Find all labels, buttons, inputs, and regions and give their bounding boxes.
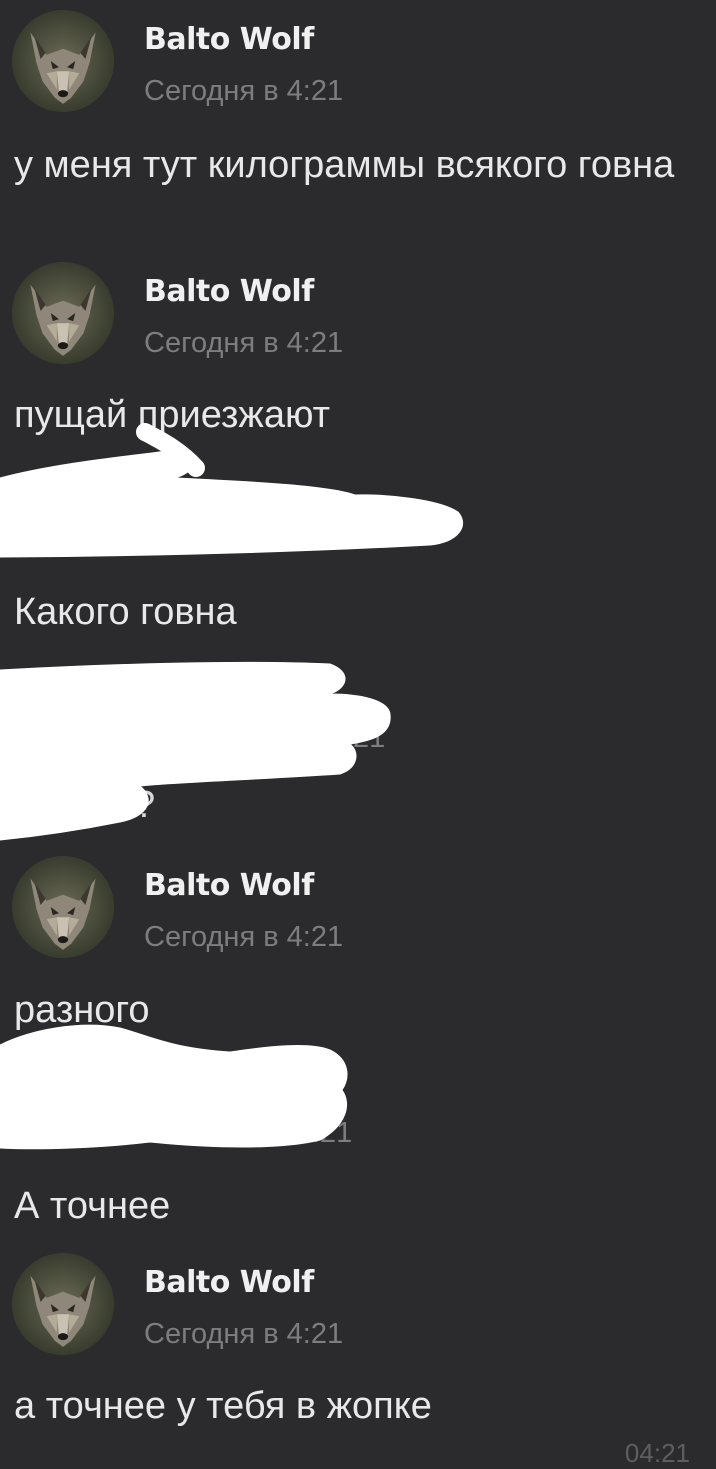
message-header: Balto Wolf Сегодня в 4:21 [0,0,716,112]
wolf-avatar-icon[interactable] [12,10,114,112]
message-text: Какого говна [14,591,237,633]
last-timestamp: 04:21 [624,1438,690,1468]
author-name[interactable]: Balto Wolf [144,868,314,903]
message-text: а точнее у тебя в жопке [14,1385,432,1427]
wolf-avatar-icon[interactable] [12,856,114,958]
message-time: Сегодня в 4:21 [144,921,344,953]
message-text: А точнее [14,1185,171,1227]
partial-time: .21 [312,1117,353,1149]
wolf-avatar-icon[interactable] [12,1253,114,1355]
message-header: Balto Wolf Сегодня в 4:21 [0,252,716,364]
message-time: Сегодня в 4:21 [144,327,344,359]
message-time: Сегодня в 4:21 [144,1318,344,1350]
message-text: пущай приезжают [14,394,331,436]
wolf-avatar-icon[interactable] [12,262,114,364]
message-header: Balto Wolf Сегодня в 4:21 [0,1243,716,1355]
message-header: Balto Wolf Сегодня в 4:21 [0,846,716,958]
author-name[interactable]: Balto Wolf [144,274,314,309]
author-name[interactable]: Balto Wolf [144,22,314,57]
message-text: у меня тут килограммы всякого говна [14,144,675,186]
author-name[interactable]: Balto Wolf [144,1265,314,1300]
partial-time: :21 [345,722,386,754]
message-text: разного [14,989,150,1031]
partial-text: ? [134,784,156,826]
message-time: Сегодня в 4:21 [144,75,344,107]
